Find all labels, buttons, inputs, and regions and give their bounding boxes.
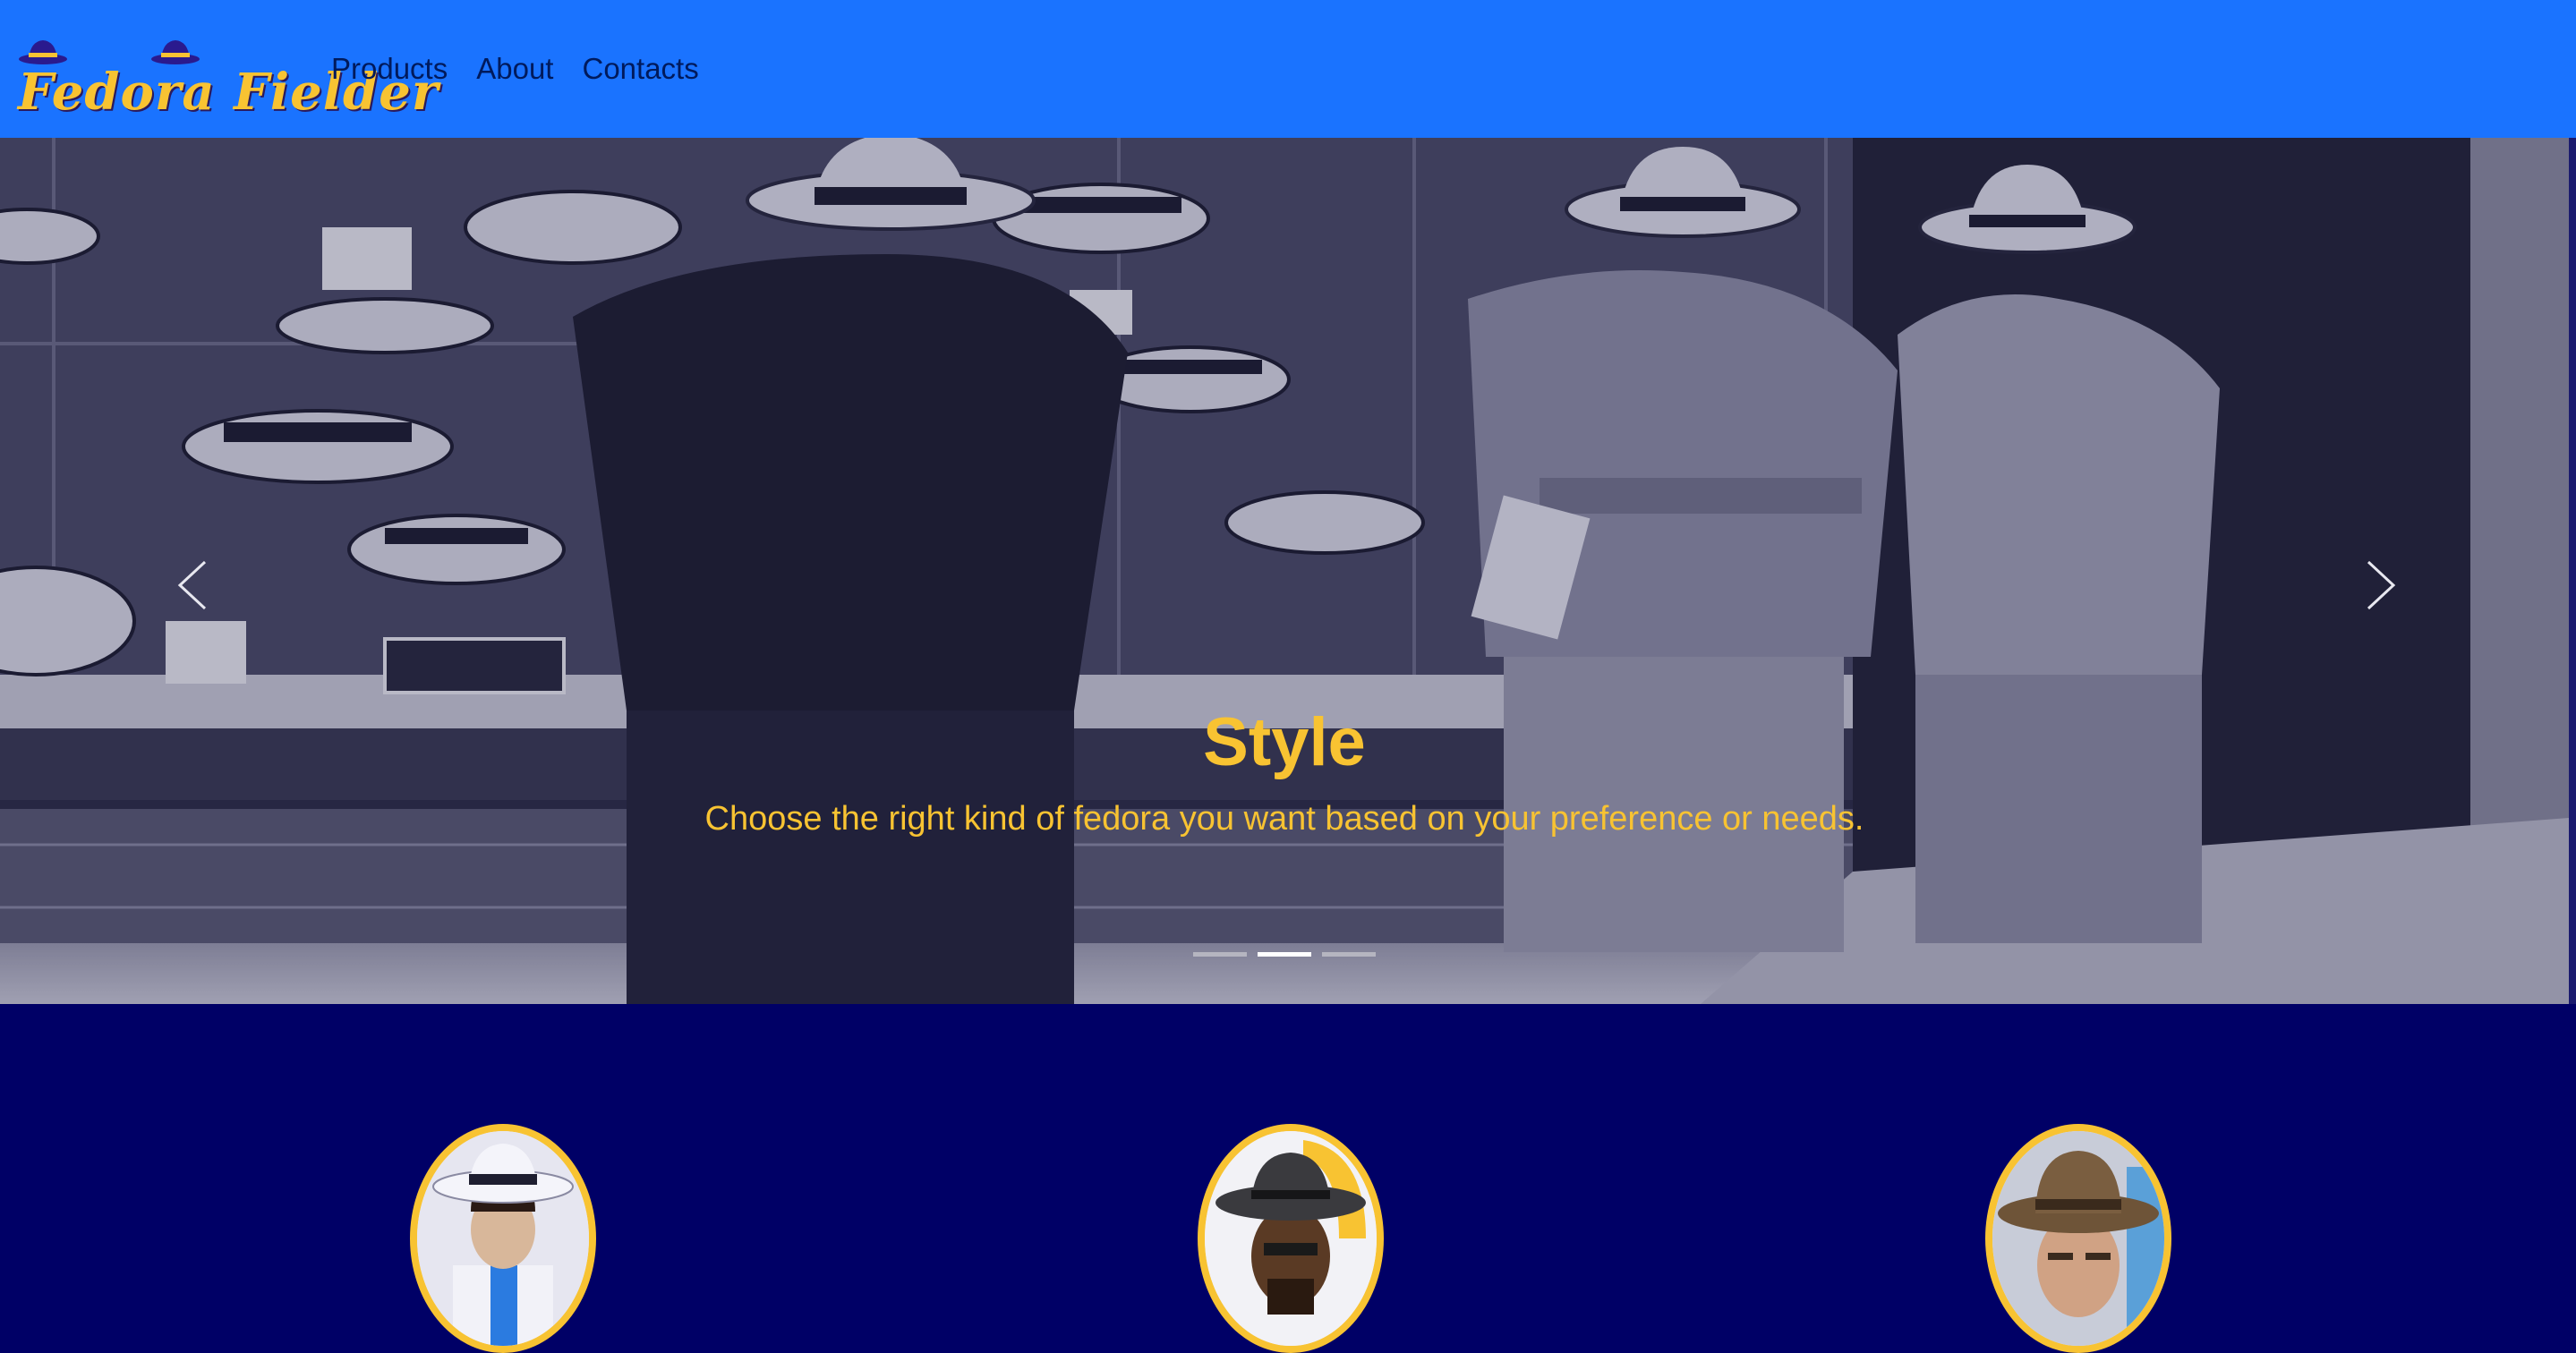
carousel-next-button[interactable] (2327, 514, 2435, 657)
chevron-left-icon (177, 560, 207, 610)
nav-link-about[interactable]: About (476, 52, 553, 86)
caption-title: Style (1203, 704, 1366, 780)
carousel-caption: Style Choose the right kind of fedora yo… (0, 702, 2569, 840)
celebrity-avatar-3[interactable] (1985, 1124, 2171, 1353)
caption-text: Choose the right kind of fedora you want… (704, 800, 1864, 838)
carousel-prev-button[interactable] (139, 514, 246, 657)
nav-links: Products About Contacts (331, 52, 728, 86)
nav-link-products[interactable]: Products (331, 52, 448, 86)
avatar-image (417, 1131, 589, 1346)
chevron-right-icon (2367, 560, 2396, 610)
celebrity-avatar-2[interactable] (1198, 1124, 1384, 1353)
carousel-indicators (0, 952, 2569, 957)
celebrity-avatar-1[interactable] (410, 1124, 596, 1353)
brand-logo[interactable]: Fedora Fielder (18, 36, 438, 122)
carousel-indicator-2[interactable] (1258, 952, 1311, 957)
avatar-image (1992, 1131, 2164, 1346)
hero-carousel: Style Choose the right kind of fedora yo… (0, 138, 2569, 1004)
nav-link-contacts[interactable]: Contacts (582, 52, 698, 86)
carousel-slide-image (0, 138, 2569, 1004)
carousel-indicator-3[interactable] (1322, 952, 1376, 957)
fedora-hat-icon (151, 40, 200, 64)
carousel-indicator-1[interactable] (1193, 952, 1247, 957)
navbar: Fedora Fielder Products About Contacts (0, 0, 2576, 138)
avatar-image (1205, 1131, 1377, 1346)
fedora-hat-icon (19, 40, 67, 64)
page-edge (2569, 138, 2576, 1004)
